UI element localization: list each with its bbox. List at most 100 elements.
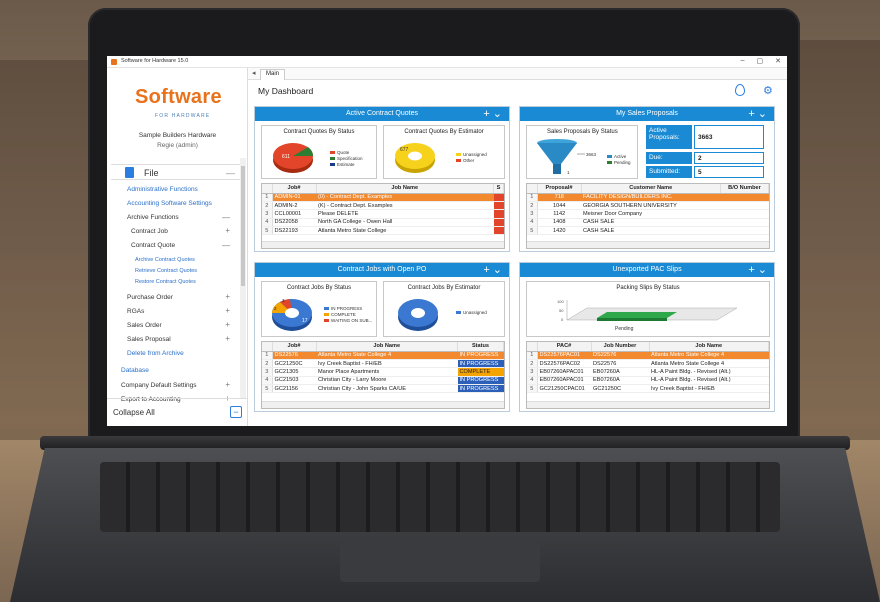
nav-contract-quote[interactable]: Contract Quote — [131, 241, 240, 250]
panel-header: Contract Jobs with Open PO +⌄ [255, 263, 509, 277]
table-row[interactable]: 5 GC21156 Christian City - John Sparks CA/… [262, 384, 504, 394]
logo-word: Software [135, 86, 222, 108]
nav-rgas[interactable]: RGAs + [127, 306, 240, 315]
tab-back-arrow-icon[interactable]: ◂ [252, 69, 256, 77]
column-header[interactable]: B/O Number [720, 184, 769, 194]
panel-contract-jobs-open-po: Contract Jobs with Open PO +⌄ Contract Jo… [254, 262, 510, 412]
chart-legend: Quote Specification Estimate [330, 150, 363, 168]
nav-archive-functions[interactable]: Archive Functions — [127, 213, 240, 222]
column-header[interactable]: Customer Name [581, 184, 721, 194]
title-bar: Software for Hardware 15.0 – ▢ ✕ [107, 56, 787, 68]
row-number: 1 [262, 351, 273, 360]
nav-administrative-functions[interactable]: Administrative Functions [127, 186, 198, 193]
plus-icon[interactable]: + [225, 334, 230, 343]
column-header[interactable]: Job# [272, 342, 317, 352]
legend-item: Active [614, 154, 627, 159]
minus-icon[interactable]: — [222, 241, 230, 250]
nav-restore-contract-quotes[interactable]: Restore Contract Quotes [135, 279, 196, 285]
panel-actions-icon[interactable]: +⌄ [483, 107, 505, 121]
app-window: Software for Hardware 15.0 – ▢ ✕ Softwar… [107, 56, 787, 426]
column-header[interactable]: S [493, 184, 504, 194]
nav-database[interactable]: Database [121, 367, 149, 374]
status-cell: IN PROGRESS [457, 359, 504, 369]
table-row[interactable]: 2 1044 GEORGIA SOUTHERN UNIVERSITY [527, 201, 769, 211]
file-menu-header[interactable]: File — [111, 164, 241, 180]
table-cell: CASH SALE [581, 226, 721, 236]
plus-icon[interactable]: + [225, 320, 230, 329]
collapse-minus-icon[interactable]: — [226, 168, 235, 178]
company-logo: Software FOR HARDWARE [135, 86, 235, 120]
nav-accounting-software-settings[interactable]: Accounting Software Settings [127, 200, 212, 207]
table-row[interactable]: 5 GC21250CPAC01 GC21250C Ivy Creek Baptist … [527, 384, 769, 394]
nav-contract-job[interactable]: Contract Job + [131, 226, 240, 235]
table-row[interactable]: 3 GC21305 Manor Place Apartments COMPLETE [262, 367, 504, 377]
collapse-all-button[interactable]: − [230, 406, 242, 418]
table-row[interactable]: 4 GC21503 Christian City - Larry Moore IN P… [262, 376, 504, 386]
plus-icon[interactable]: + [225, 226, 230, 235]
table-cell: 1408 [537, 218, 581, 228]
table-row[interactable]: 2 DS22576PAC02 DS22576 Atlanta Metro State … [527, 359, 769, 369]
plus-icon[interactable]: + [225, 380, 230, 389]
chart-card: Contract Quotes By Status 611 Quote Spec… [261, 125, 377, 179]
table-row[interactable]: 3 1142 Meisner Door Company [527, 209, 769, 219]
close-button[interactable]: ✕ [775, 57, 781, 65]
column-header[interactable]: Job Name [316, 184, 494, 194]
horizontal-scrollbar[interactable] [262, 401, 504, 408]
horizontal-scrollbar[interactable] [527, 401, 769, 408]
minimize-button[interactable]: – [741, 57, 745, 65]
column-header[interactable]: Job Name [649, 342, 769, 352]
sidebar-scrollbar[interactable] [240, 158, 246, 398]
table-cell: GC21250C [272, 359, 316, 369]
plus-icon[interactable]: + [225, 292, 230, 301]
table-cell: Manor Place Apartments [316, 367, 458, 377]
minus-icon[interactable]: — [222, 213, 230, 222]
nav-retrieve-contract-quotes[interactable]: Retrieve Contract Quotes [135, 268, 197, 274]
kv-value: 2 [694, 152, 764, 164]
table-row[interactable]: 2 GC21250C Ivy Creek Baptist - FH/EB IN PRO… [262, 359, 504, 369]
table-row[interactable]: 1 DS22576 Atlanta Metro State College 4 IN … [262, 351, 504, 360]
column-header[interactable]: Job Number [591, 342, 650, 352]
table-row[interactable]: 2 ADMIN-2 (K) - Contract Dept. Examples [262, 201, 504, 211]
nav-company-default-settings[interactable]: Company Default Settings + [121, 380, 240, 389]
panel-actions-icon[interactable]: +⌄ [748, 263, 770, 277]
nav-sales-order[interactable]: Sales Order + [127, 320, 240, 329]
table-row[interactable]: 4 EB07260APAC01 EB07260A HL-A Paint Bldg. -… [527, 376, 769, 386]
horizontal-scrollbar[interactable] [262, 241, 504, 248]
nav-delete-from-archive[interactable]: Delete from Archive [127, 350, 184, 357]
jobs-grid: Job# Job Name Status 1 DS22576 Atlanta Metro… [261, 341, 505, 409]
table-row[interactable]: 3 EB07260APAC01 EB07260A HL-A Paint Bldg. -… [527, 367, 769, 377]
horizontal-scrollbar[interactable] [527, 241, 769, 248]
table-row[interactable]: 5 DS22193 Atlanta Metro State College [262, 226, 504, 236]
nav-purchase-order[interactable]: Purchase Order + [127, 292, 240, 301]
y-tick-label: 0 [561, 317, 564, 322]
table-row[interactable]: 1 718 FACILITY DESIGN/BUILDERS INC. [527, 193, 769, 202]
maximize-button[interactable]: ▢ [757, 57, 764, 65]
chart-title: Sales Proposals By Status [547, 129, 618, 135]
table-row[interactable]: 3 CCL00001 Please DELETE [262, 209, 504, 219]
row-number: 5 [262, 384, 273, 394]
nav-archive-contract-quotes[interactable]: Archive Contract Quotes [135, 257, 195, 263]
column-header[interactable]: PAC# [537, 342, 592, 352]
column-header[interactable]: Job# [272, 184, 317, 194]
table-cell: (0) - Contract Dept. Examples [316, 193, 494, 202]
collapse-all-bar[interactable]: Collapse All − [107, 398, 248, 426]
gear-icon[interactable]: ⚙ [763, 84, 773, 97]
panel-actions-icon[interactable]: +⌄ [748, 107, 770, 121]
panel-actions-icon[interactable]: +⌄ [483, 263, 505, 277]
table-row[interactable]: 1 DS22576PAC01 DS22576 Atlanta Metro State … [527, 351, 769, 360]
table-row[interactable]: 5 1420 CASH SALE [527, 226, 769, 236]
table-cell: GC21250CPAC01 [537, 384, 591, 394]
table-cell: ADMIN-01 [272, 193, 316, 202]
plus-icon[interactable]: + [225, 306, 230, 315]
table-row[interactable]: 4 DS22058 North GA College - Owen Hall [262, 218, 504, 228]
nav-sales-proposal[interactable]: Sales Proposal + [127, 334, 240, 343]
column-header[interactable]: Status [457, 342, 504, 352]
column-header[interactable]: Proposal# [537, 184, 582, 194]
refresh-drop-icon[interactable] [735, 84, 745, 96]
window-title: Software for Hardware 15.0 [121, 58, 189, 64]
tab-main[interactable]: Main [260, 69, 286, 80]
column-header[interactable]: Job Name [316, 342, 458, 352]
table-row[interactable]: 1 ADMIN-01 (0) - Contract Dept. Examples [262, 193, 504, 202]
table-row[interactable]: 4 1408 CASH SALE [527, 218, 769, 228]
scrollbar-thumb[interactable] [241, 166, 245, 286]
